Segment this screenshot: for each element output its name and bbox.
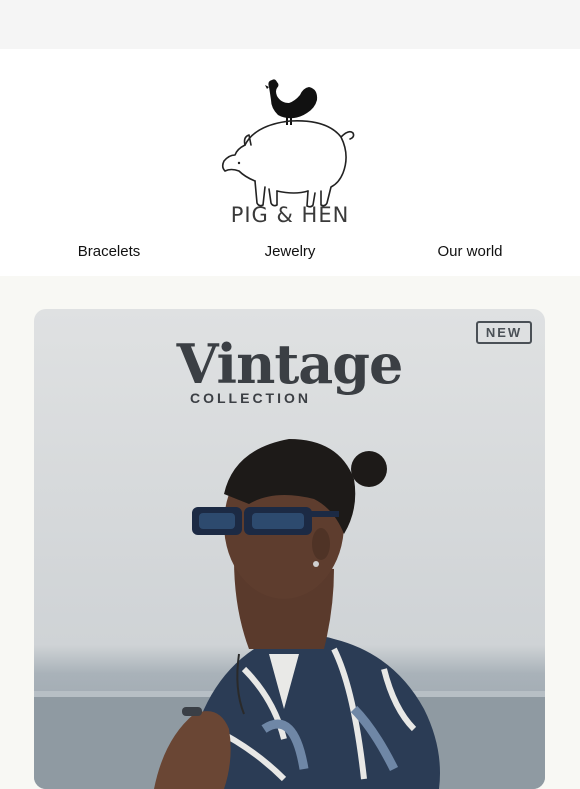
nav-item-our-world[interactable]: Our world (390, 243, 550, 260)
top-band (0, 0, 580, 49)
nav-item-bracelets[interactable]: Bracelets (29, 243, 189, 260)
brand-name: PIG & HEN (230, 203, 350, 227)
nav-item-jewelry[interactable]: Jewelry (210, 243, 370, 260)
hero-title: Vintage (176, 332, 404, 396)
hero-subtitle: COLLECTION (190, 390, 311, 406)
email-header: PIG & HEN Bracelets Jewelry Our world (0, 49, 580, 276)
hero-section: NEW Vintage COLLECTION (0, 276, 580, 789)
hero-banner[interactable]: NEW Vintage COLLECTION (34, 309, 545, 789)
